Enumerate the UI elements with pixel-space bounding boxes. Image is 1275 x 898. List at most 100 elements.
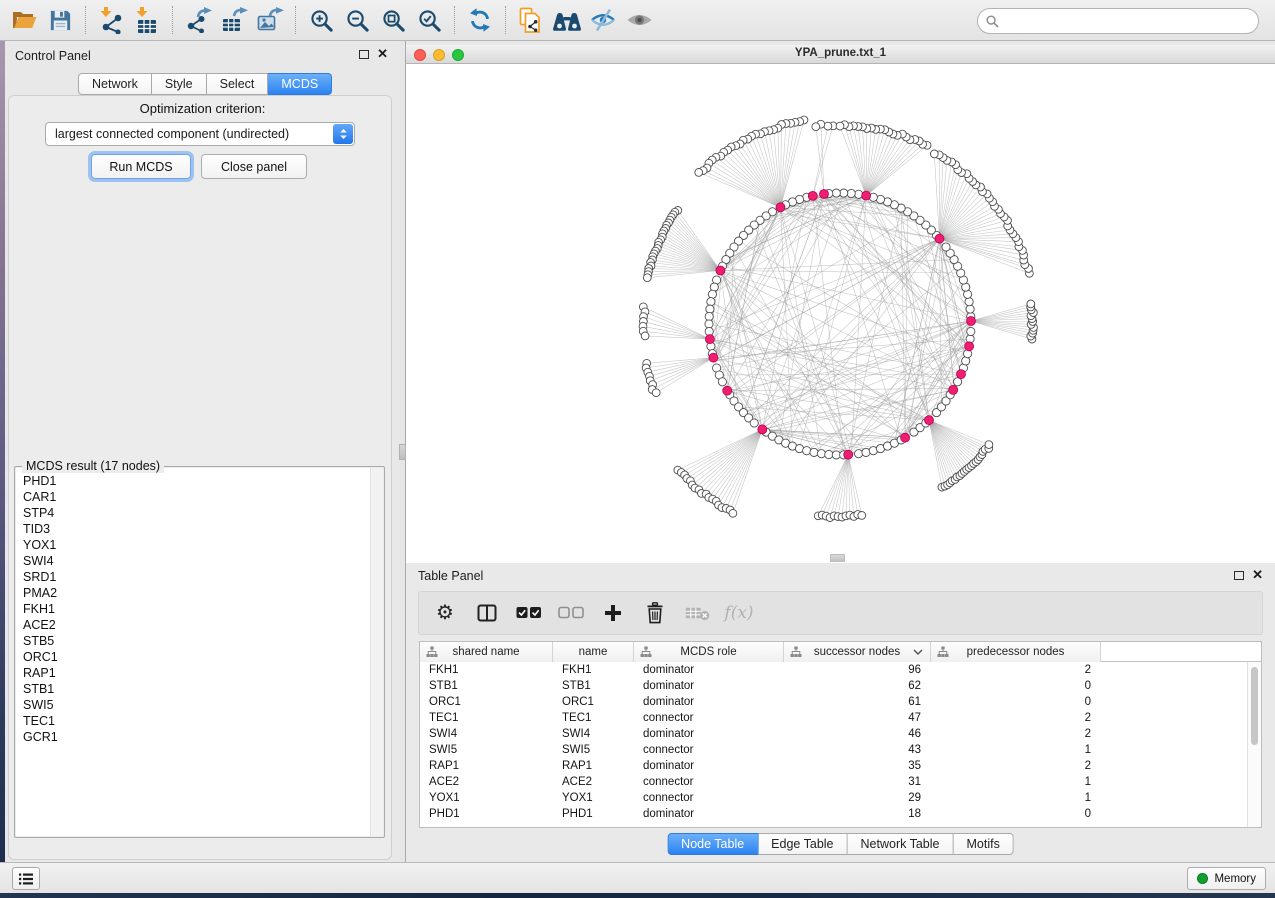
mcds-result-item[interactable]: STP4	[16, 505, 371, 521]
table-row[interactable]: YOX1YOX1connector291	[420, 790, 1247, 806]
table-cell: 29	[784, 790, 931, 806]
delete-row-button[interactable]	[641, 599, 669, 627]
zoom-selected-button[interactable]	[411, 3, 447, 37]
network-window-titlebar[interactable]: YPA_prune.txt_1	[406, 45, 1275, 64]
control-panel: Control Panel ✕ Network Style Select MCD…	[5, 41, 400, 862]
table-cell: TEC1	[420, 710, 553, 726]
float-panel-icon[interactable]	[359, 50, 369, 59]
table-cell: 1	[931, 742, 1101, 758]
mcds-result-item[interactable]: PHD1	[16, 473, 371, 489]
clone-network-button[interactable]	[513, 3, 549, 37]
close-panel-button[interactable]: Close panel	[201, 154, 307, 179]
mcds-result-item[interactable]: SWI5	[16, 697, 371, 713]
show-columns-button[interactable]	[473, 599, 501, 627]
network-canvas[interactable]	[406, 64, 1275, 563]
mcds-result-item[interactable]: CAR1	[16, 489, 371, 505]
table-scrollbar-thumb[interactable]	[1251, 667, 1258, 745]
search-input[interactable]	[1004, 14, 1250, 28]
refresh-view-button[interactable]	[462, 3, 498, 37]
table-row[interactable]: ORC1ORC1dominator610	[420, 694, 1247, 710]
tab-style[interactable]: Style	[152, 73, 207, 95]
mcds-result-item[interactable]: TEC1	[16, 713, 371, 729]
table-panel-tabs: Node Table Edge Table Network Table Moti…	[667, 833, 1014, 855]
hide-selected-button[interactable]	[585, 3, 621, 37]
tab-node-table[interactable]: Node Table	[667, 833, 758, 855]
table-row[interactable]: RAP1RAP1dominator352	[420, 758, 1247, 774]
table-settings-button[interactable]: ⚙	[431, 599, 459, 627]
toolbar-separator	[295, 6, 296, 34]
unchecked-boxes-icon	[558, 606, 584, 620]
tab-network-table[interactable]: Network Table	[848, 833, 954, 855]
open-folder-icon	[11, 7, 38, 33]
search-network-button[interactable]	[549, 3, 585, 37]
table-scrollbar[interactable]	[1247, 662, 1261, 827]
column-header-mcds-role[interactable]: MCDS role	[634, 642, 784, 662]
mcds-result-item[interactable]: SWI4	[16, 553, 371, 569]
refresh-icon	[467, 7, 493, 33]
add-row-button[interactable]	[599, 599, 627, 627]
optimization-criterion-select[interactable]: largest connected component (undirected)	[45, 122, 355, 146]
gear-icon: ⚙	[436, 599, 454, 627]
table-cell: TEC1	[553, 710, 634, 726]
mcds-result-item[interactable]: SRD1	[16, 569, 371, 585]
mcds-list-scrollbar[interactable]	[370, 468, 383, 836]
tab-motifs[interactable]: Motifs	[953, 833, 1013, 855]
task-history-button[interactable]	[12, 867, 40, 890]
memory-button[interactable]: Memory	[1187, 867, 1266, 890]
column-header-successor-nodes[interactable]: successor nodes	[784, 642, 931, 662]
mcds-result-item[interactable]: PMA2	[16, 585, 371, 601]
mcds-result-item[interactable]: TID3	[16, 521, 371, 537]
table-row[interactable]: SWI5SWI5connector431	[420, 742, 1247, 758]
close-panel-icon[interactable]: ✕	[377, 48, 388, 60]
select-all-button[interactable]	[515, 599, 543, 627]
horizontal-splitter-grip[interactable]	[830, 554, 845, 562]
export-network-button[interactable]	[180, 3, 216, 37]
mcds-result-title: MCDS result (17 nodes)	[22, 459, 164, 473]
save-session-button[interactable]	[42, 3, 78, 37]
tab-edge-table[interactable]: Edge Table	[758, 833, 847, 855]
export-table-button[interactable]	[216, 3, 252, 37]
mcds-result-item[interactable]: GCR1	[16, 729, 371, 745]
table-row[interactable]: ACE2ACE2connector311	[420, 774, 1247, 790]
table-row[interactable]: SWI4SWI4dominator462	[420, 726, 1247, 742]
tab-network[interactable]: Network	[78, 73, 152, 95]
table-panel-title: Table Panel	[418, 569, 483, 583]
mcds-result-item[interactable]: YOX1	[16, 537, 371, 553]
run-mcds-button[interactable]: Run MCDS	[91, 154, 191, 179]
table-row[interactable]: PHD1PHD1dominator180	[420, 806, 1247, 822]
zoom-selected-icon	[417, 8, 442, 33]
mcds-result-item[interactable]: ACE2	[16, 617, 371, 633]
column-header-name[interactable]: name	[553, 642, 634, 662]
column-header-predecessor-nodes[interactable]: predecessor nodes	[931, 642, 1101, 662]
import-network-button[interactable]	[93, 3, 129, 37]
tab-select[interactable]: Select	[207, 73, 269, 95]
export-image-button[interactable]	[252, 3, 288, 37]
zoom-in-button[interactable]	[303, 3, 339, 37]
show-all-button[interactable]	[621, 3, 657, 37]
mcds-result-item[interactable]: STB1	[16, 681, 371, 697]
close-table-panel-icon[interactable]: ✕	[1252, 569, 1263, 581]
column-header-shared-name[interactable]: shared name	[420, 642, 553, 662]
table-row[interactable]: FKH1FKH1dominator962	[420, 662, 1247, 678]
float-table-panel-icon[interactable]	[1234, 571, 1244, 580]
table-cell: 31	[784, 774, 931, 790]
zoom-fit-button[interactable]	[375, 3, 411, 37]
mcds-result-item[interactable]: RAP1	[16, 665, 371, 681]
hierarchy-icon	[640, 646, 652, 658]
table-cell: 2	[931, 758, 1101, 774]
mcds-result-item[interactable]: FKH1	[16, 601, 371, 617]
import-table-button[interactable]	[129, 3, 165, 37]
table-cell: FKH1	[553, 662, 634, 678]
table-row[interactable]: STB1STB1dominator620	[420, 678, 1247, 694]
search-field[interactable]	[977, 8, 1259, 34]
deselect-all-button[interactable]	[557, 599, 585, 627]
tab-mcds[interactable]: MCDS	[268, 73, 332, 95]
open-session-button[interactable]	[6, 3, 42, 37]
checked-boxes-icon	[516, 606, 542, 620]
mcds-result-item[interactable]: STB5	[16, 633, 371, 649]
table-cell: connector	[634, 710, 784, 726]
mcds-result-item[interactable]: ORC1	[16, 649, 371, 665]
table-row[interactable]: TEC1TEC1connector472	[420, 710, 1247, 726]
vertical-splitter-grip[interactable]	[399, 444, 406, 460]
zoom-out-button[interactable]	[339, 3, 375, 37]
